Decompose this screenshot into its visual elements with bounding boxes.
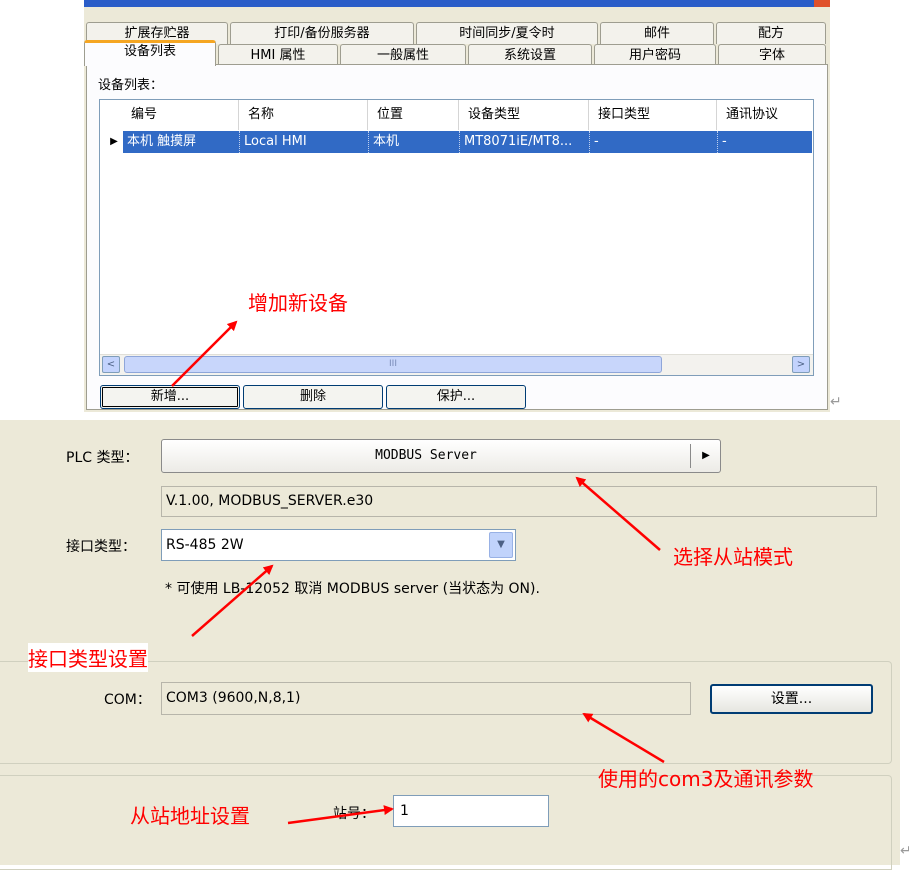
column-header-location[interactable]: 位置 [369, 100, 459, 130]
annotation-add-device: 增加新设备 [248, 291, 348, 315]
tab-general-attributes[interactable]: 一般属性 [340, 44, 466, 66]
add-device-button[interactable]: 新增... [100, 385, 240, 409]
column-header-device-type[interactable]: 设备类型 [460, 100, 589, 130]
delete-button[interactable]: 删除 [243, 385, 383, 409]
annotation-slave-address: 从站地址设置 [130, 804, 250, 828]
cell-location: 本机 [369, 131, 460, 153]
tab-system-settings[interactable]: 系统设置 [468, 44, 592, 66]
paragraph-mark-icon: ↵ [900, 843, 909, 859]
scroll-left-icon[interactable]: < [102, 356, 120, 373]
chevron-down-icon[interactable]: ▼ [489, 532, 513, 558]
cell-name: Local HMI [240, 131, 369, 153]
cell-device-type: MT8071iE/MT8... [460, 131, 590, 153]
tab-email[interactable]: 邮件 [600, 22, 714, 44]
tab-font[interactable]: 字体 [718, 44, 826, 66]
com-settings-button[interactable]: 设置... [710, 684, 873, 714]
dialog-title-bar [84, 0, 830, 7]
chevron-right-icon[interactable]: ▶ [696, 439, 716, 473]
cell-number: 本机 触摸屏 [123, 131, 240, 153]
column-header-name[interactable]: 名称 [240, 100, 368, 130]
annotation-select-slave-mode: 选择从站模式 [673, 545, 793, 569]
tab-recipe[interactable]: 配方 [716, 22, 826, 44]
station-number-label: 站号： [333, 806, 375, 822]
column-header-protocol[interactable]: 通讯协议 [718, 100, 812, 130]
tab-hmi-attributes[interactable]: HMI 属性 [218, 44, 338, 66]
driver-version-field: V.1.00, MODBUS_SERVER.e30 [161, 486, 877, 517]
interface-type-value: RS-485 2W [166, 537, 244, 553]
tab-user-password[interactable]: 用户密码 [594, 44, 716, 66]
close-icon[interactable] [814, 0, 830, 7]
scrollbar-thumb[interactable]: III [124, 356, 662, 373]
paragraph-mark-icon: ↵ [830, 394, 842, 410]
protect-button[interactable]: 保护... [386, 385, 526, 409]
scroll-right-icon[interactable]: > [792, 356, 810, 373]
device-list-label: 设备列表： [98, 78, 164, 93]
cell-protocol: - [722, 134, 727, 149]
annotation-com-params: 使用的com3及通讯参数 [598, 767, 814, 791]
column-header-number[interactable]: 编号 [123, 100, 239, 130]
row-indicator-icon: ▶ [110, 136, 118, 147]
station-number-input[interactable]: 1 [393, 795, 549, 827]
com-parameters-field: COM3 (9600,N,8,1) [161, 682, 691, 715]
plc-type-label: PLC 类型： [66, 450, 139, 466]
annotation-interface-setting: 接口类型设置 [28, 643, 148, 672]
tab-device-list[interactable]: 设备列表 [84, 40, 216, 66]
plc-type-value: MODBUS Server [375, 448, 477, 463]
modbus-cancel-note: * 可使用 LB-12052 取消 MODBUS server (当状态为 ON… [165, 581, 540, 597]
com-label: COM： [104, 692, 151, 708]
cell-interface-type: - [590, 131, 718, 153]
tab-print-backup-server[interactable]: 打印/备份服务器 [230, 22, 414, 44]
selector-divider [690, 444, 691, 468]
interface-type-label: 接口类型： [66, 539, 136, 555]
tab-time-sync[interactable]: 时间同步/夏令时 [416, 22, 598, 44]
column-header-interface-type[interactable]: 接口类型 [590, 100, 717, 130]
